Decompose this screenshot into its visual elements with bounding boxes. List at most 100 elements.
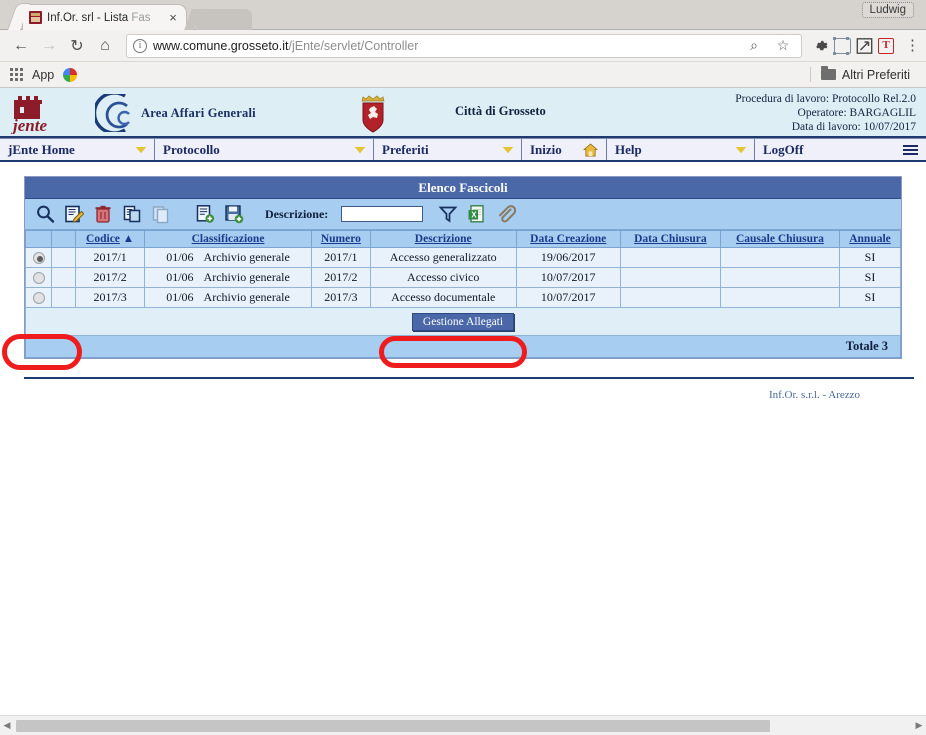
bookmark-star-icon[interactable]: ☆ [773,36,793,56]
bookmarks-divider [809,67,811,82]
delete-icon[interactable] [93,204,113,224]
close-icon[interactable]: × [166,11,180,25]
table-row[interactable]: 2017/2 01/06 Archivio generale 2017/2 Acc… [25,267,902,288]
menu-label: jEnte Home [8,141,75,157]
row-select-cell[interactable] [25,287,52,308]
chevron-down-icon[interactable] [136,146,146,153]
column-data-creazione[interactable]: Data Creazione [515,230,621,248]
excel-export-icon[interactable]: X [467,204,487,224]
column-annuale[interactable]: Annuale [838,230,902,248]
cell-data-creazione: 10/07/2017 [515,287,621,308]
cell-data-chiusura [619,287,721,308]
back-icon[interactable]: ← [8,33,34,59]
swoosh-icon [92,91,137,135]
home-icon[interactable]: ⌂ [92,33,118,59]
column-descrizione[interactable]: Descrizione [369,230,517,248]
row-radio-button[interactable] [32,292,45,305]
cell-annuale: SI [838,247,902,268]
browser-tabstrip: Inf.Or. srl - Lista Fas × Ludwig [0,0,926,30]
menu-preferiti[interactable]: Preferiti [374,139,522,160]
edit-icon[interactable] [64,204,85,224]
screenshot-icon[interactable] [832,36,852,56]
row-radio-button[interactable] [32,272,45,285]
menu-protocollo[interactable]: Protocollo [155,139,374,160]
cell-causale-chiusura [719,287,840,308]
zoom-icon[interactable]: ⌕ [744,36,764,56]
menu-label: Inizio [530,141,562,157]
menu-logoff[interactable]: LogOff [755,139,926,160]
menu-help[interactable]: Help [607,139,755,160]
horizontal-scrollbar[interactable]: ◀ ▶ [0,715,926,735]
bookmark-apps-label[interactable]: App [32,68,54,82]
menu-jente-home[interactable]: jEnte Home [0,139,155,160]
scroll-right-icon[interactable]: ▶ [912,720,926,731]
elenco-fascicoli-panel: Elenco Fascicoli Descrizione: X Codice ▲… [24,176,902,359]
cell-descrizione: Accesso generalizzato [369,247,517,268]
row-select-cell[interactable] [25,247,52,268]
menu-kebab-icon[interactable]: ⋮ [898,36,920,56]
column-select [25,230,52,248]
chevron-down-icon[interactable] [355,146,365,153]
row-select-cell[interactable] [25,267,52,288]
page-viewport: jente Area Affari Generali Città di Gros… [0,88,926,715]
gestione-allegati-button[interactable]: Gestione Allegati [411,313,515,331]
gear-icon[interactable] [810,36,830,56]
application-menubar: jEnte Home Protocollo Preferiti Inizio H… [0,138,926,162]
page-footer: Inf.Or. s.r.l. - Arezzo [24,377,914,403]
cell-data-chiusura [619,247,721,268]
search-icon[interactable] [35,204,55,224]
browser-tab[interactable]: Inf.Or. srl - Lista Fas × [22,4,187,30]
class-code: 01/06 [166,290,194,304]
site-info-icon[interactable]: i [133,38,147,53]
content-area: Elenco Fascicoli Descrizione: X Codice ▲… [0,162,926,403]
column-classificazione[interactable]: Classificazione [144,230,312,248]
row-blank-cell [51,247,76,268]
table-row[interactable]: 2017/3 01/06 Archivio generale 2017/3 Acc… [25,287,902,308]
scroll-left-icon[interactable]: ◀ [0,720,14,731]
cell-descrizione: Accesso documentale [369,287,517,308]
class-name: Archivio generale [203,290,290,304]
total-row: Totale 3 [25,336,901,358]
copy-icon[interactable] [122,204,142,224]
column-codice[interactable]: Codice ▲ [74,230,146,248]
other-bookmarks-label[interactable]: Altri Preferiti [842,68,910,82]
new-document-icon[interactable] [195,204,215,224]
menu-label: Help [615,141,642,157]
address-bar[interactable]: i www.comune.grosseto.it/jEnte/servlet/C… [126,33,802,58]
column-numero[interactable]: Numero [310,230,371,248]
table-row[interactable]: 2017/1 01/06 Archivio generale 2017/1 Acc… [25,247,902,268]
duplicate-icon[interactable] [151,204,171,224]
photos-icon[interactable] [63,67,78,82]
filter-icon[interactable] [438,204,458,224]
bookmarks-bar: App Altri Preferiti [0,62,926,88]
cell-descrizione: Accesso civico [369,267,517,288]
chevron-down-icon[interactable] [736,146,746,153]
paperclip-icon[interactable] [496,204,517,224]
jente-favicon [29,11,42,24]
cell-data-creazione: 19/06/2017 [515,247,621,268]
column-data-chiusura[interactable]: Data Chiusura [619,230,721,248]
cell-data-chiusura [619,267,721,288]
translate-icon[interactable]: T [876,36,896,56]
resize-icon[interactable] [854,36,874,56]
class-code: 01/06 [166,270,194,284]
new-tab-button[interactable] [196,9,252,30]
fascicoli-table: Codice ▲ Classificazione Numero Descrizi… [25,230,902,308]
profile-name-badge[interactable]: Ludwig [861,2,914,18]
hamburger-icon[interactable] [903,144,918,155]
forward-icon[interactable]: → [36,33,62,59]
row-blank-cell [51,287,76,308]
row-radio-button[interactable] [32,252,45,265]
menu-inizio[interactable]: Inizio [522,139,607,160]
apps-grid-icon[interactable] [10,68,23,81]
cell-causale-chiusura [719,247,840,268]
descrizione-input[interactable] [341,206,424,222]
chevron-down-icon[interactable] [503,146,513,153]
scrollbar-thumb[interactable] [16,719,771,732]
save-icon[interactable] [224,204,244,224]
scrollbar-track[interactable] [14,719,912,733]
descrizione-label: Descrizione: [265,206,329,221]
reload-icon[interactable]: ↻ [64,33,90,59]
column-causale-chiusura[interactable]: Causale Chiusura [719,230,840,248]
home-icon[interactable] [582,142,599,157]
